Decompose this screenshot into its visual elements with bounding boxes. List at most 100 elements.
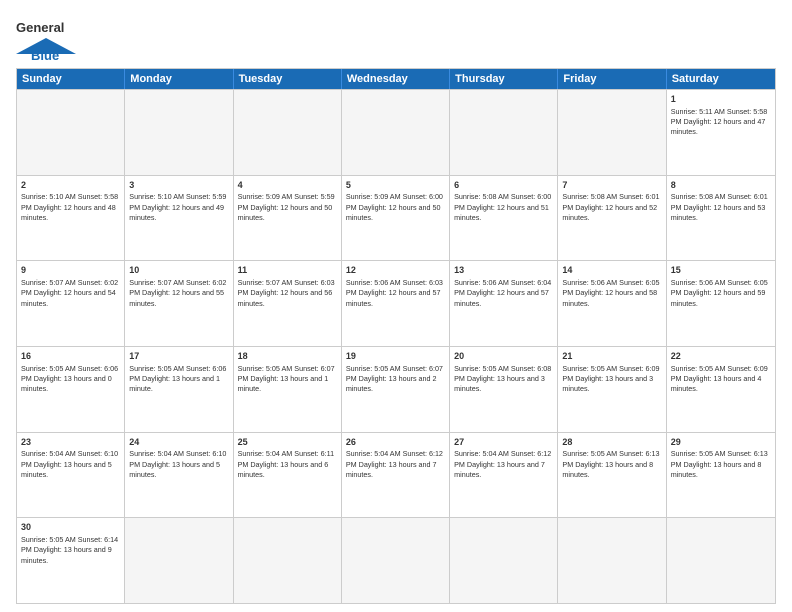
day-header-thursday: Thursday (450, 69, 558, 89)
calendar-cell: 24Sunrise: 5:04 AM Sunset: 6:10 PM Dayli… (125, 433, 233, 518)
header: GeneralBlue (16, 16, 776, 60)
calendar-cell: 3Sunrise: 5:10 AM Sunset: 5:59 PM Daylig… (125, 176, 233, 261)
day-info: Sunrise: 5:08 AM Sunset: 6:00 PM Dayligh… (454, 192, 553, 223)
calendar-cell (558, 518, 666, 603)
day-number: 28 (562, 436, 661, 449)
calendar-row-0: 1Sunrise: 5:11 AM Sunset: 5:58 PM Daylig… (17, 89, 775, 175)
calendar-cell: 18Sunrise: 5:05 AM Sunset: 6:07 PM Dayli… (234, 347, 342, 432)
svg-text:Blue: Blue (31, 48, 59, 60)
calendar-cell (17, 90, 125, 175)
calendar-cell: 6Sunrise: 5:08 AM Sunset: 6:00 PM Daylig… (450, 176, 558, 261)
calendar-cell: 8Sunrise: 5:08 AM Sunset: 6:01 PM Daylig… (667, 176, 775, 261)
day-number: 2 (21, 179, 120, 192)
day-info: Sunrise: 5:09 AM Sunset: 5:59 PM Dayligh… (238, 192, 337, 223)
day-header-monday: Monday (125, 69, 233, 89)
day-number: 12 (346, 264, 445, 277)
calendar-row-1: 2Sunrise: 5:10 AM Sunset: 5:58 PM Daylig… (17, 175, 775, 261)
day-info: Sunrise: 5:05 AM Sunset: 6:07 PM Dayligh… (238, 364, 337, 395)
calendar-cell: 16Sunrise: 5:05 AM Sunset: 6:06 PM Dayli… (17, 347, 125, 432)
day-number: 25 (238, 436, 337, 449)
day-number: 16 (21, 350, 120, 363)
day-info: Sunrise: 5:09 AM Sunset: 6:00 PM Dayligh… (346, 192, 445, 223)
calendar-cell (450, 90, 558, 175)
calendar-cell (342, 90, 450, 175)
day-number: 18 (238, 350, 337, 363)
day-header-saturday: Saturday (667, 69, 775, 89)
day-number: 15 (671, 264, 771, 277)
day-header-friday: Friday (558, 69, 666, 89)
calendar-cell: 13Sunrise: 5:06 AM Sunset: 6:04 PM Dayli… (450, 261, 558, 346)
day-number: 29 (671, 436, 771, 449)
calendar-cell: 2Sunrise: 5:10 AM Sunset: 5:58 PM Daylig… (17, 176, 125, 261)
day-info: Sunrise: 5:04 AM Sunset: 6:10 PM Dayligh… (21, 449, 120, 480)
calendar-cell: 23Sunrise: 5:04 AM Sunset: 6:10 PM Dayli… (17, 433, 125, 518)
day-info: Sunrise: 5:04 AM Sunset: 6:11 PM Dayligh… (238, 449, 337, 480)
calendar-cell (450, 518, 558, 603)
day-number: 5 (346, 179, 445, 192)
calendar-cell (558, 90, 666, 175)
day-number: 1 (671, 93, 771, 106)
calendar-cell: 1Sunrise: 5:11 AM Sunset: 5:58 PM Daylig… (667, 90, 775, 175)
calendar-cell: 12Sunrise: 5:06 AM Sunset: 6:03 PM Dayli… (342, 261, 450, 346)
calendar-cell: 28Sunrise: 5:05 AM Sunset: 6:13 PM Dayli… (558, 433, 666, 518)
day-number: 30 (21, 521, 120, 534)
day-info: Sunrise: 5:06 AM Sunset: 6:03 PM Dayligh… (346, 278, 445, 309)
day-info: Sunrise: 5:07 AM Sunset: 6:03 PM Dayligh… (238, 278, 337, 309)
calendar-row-4: 23Sunrise: 5:04 AM Sunset: 6:10 PM Dayli… (17, 432, 775, 518)
logo: GeneralBlue (16, 16, 76, 60)
calendar-cell: 26Sunrise: 5:04 AM Sunset: 6:12 PM Dayli… (342, 433, 450, 518)
day-number: 4 (238, 179, 337, 192)
day-number: 19 (346, 350, 445, 363)
calendar-cell (234, 518, 342, 603)
calendar-cell (342, 518, 450, 603)
day-number: 24 (129, 436, 228, 449)
day-info: Sunrise: 5:08 AM Sunset: 6:01 PM Dayligh… (562, 192, 661, 223)
calendar-cell: 21Sunrise: 5:05 AM Sunset: 6:09 PM Dayli… (558, 347, 666, 432)
calendar-cell (125, 518, 233, 603)
calendar-cell: 10Sunrise: 5:07 AM Sunset: 6:02 PM Dayli… (125, 261, 233, 346)
calendar-cell: 4Sunrise: 5:09 AM Sunset: 5:59 PM Daylig… (234, 176, 342, 261)
day-number: 23 (21, 436, 120, 449)
day-info: Sunrise: 5:06 AM Sunset: 6:04 PM Dayligh… (454, 278, 553, 309)
calendar-cell: 17Sunrise: 5:05 AM Sunset: 6:06 PM Dayli… (125, 347, 233, 432)
day-number: 26 (346, 436, 445, 449)
day-number: 8 (671, 179, 771, 192)
day-info: Sunrise: 5:05 AM Sunset: 6:09 PM Dayligh… (562, 364, 661, 395)
day-info: Sunrise: 5:05 AM Sunset: 6:14 PM Dayligh… (21, 535, 120, 566)
calendar-cell: 25Sunrise: 5:04 AM Sunset: 6:11 PM Dayli… (234, 433, 342, 518)
calendar-body: 1Sunrise: 5:11 AM Sunset: 5:58 PM Daylig… (17, 89, 775, 603)
calendar-cell: 20Sunrise: 5:05 AM Sunset: 6:08 PM Dayli… (450, 347, 558, 432)
day-info: Sunrise: 5:05 AM Sunset: 6:06 PM Dayligh… (21, 364, 120, 395)
calendar-cell (234, 90, 342, 175)
day-info: Sunrise: 5:06 AM Sunset: 6:05 PM Dayligh… (562, 278, 661, 309)
calendar-cell: 14Sunrise: 5:06 AM Sunset: 6:05 PM Dayli… (558, 261, 666, 346)
page: GeneralBlue SundayMondayTuesdayWednesday… (0, 0, 792, 612)
calendar-cell: 22Sunrise: 5:05 AM Sunset: 6:09 PM Dayli… (667, 347, 775, 432)
calendar-cell: 29Sunrise: 5:05 AM Sunset: 6:13 PM Dayli… (667, 433, 775, 518)
day-info: Sunrise: 5:10 AM Sunset: 5:58 PM Dayligh… (21, 192, 120, 223)
calendar-row-2: 9Sunrise: 5:07 AM Sunset: 6:02 PM Daylig… (17, 260, 775, 346)
day-info: Sunrise: 5:05 AM Sunset: 6:08 PM Dayligh… (454, 364, 553, 395)
calendar-cell: 19Sunrise: 5:05 AM Sunset: 6:07 PM Dayli… (342, 347, 450, 432)
calendar-cell: 30Sunrise: 5:05 AM Sunset: 6:14 PM Dayli… (17, 518, 125, 603)
day-info: Sunrise: 5:07 AM Sunset: 6:02 PM Dayligh… (21, 278, 120, 309)
day-number: 6 (454, 179, 553, 192)
day-info: Sunrise: 5:05 AM Sunset: 6:06 PM Dayligh… (129, 364, 228, 395)
day-number: 7 (562, 179, 661, 192)
day-info: Sunrise: 5:04 AM Sunset: 6:10 PM Dayligh… (129, 449, 228, 480)
day-number: 14 (562, 264, 661, 277)
day-number: 3 (129, 179, 228, 192)
calendar-cell: 5Sunrise: 5:09 AM Sunset: 6:00 PM Daylig… (342, 176, 450, 261)
day-info: Sunrise: 5:08 AM Sunset: 6:01 PM Dayligh… (671, 192, 771, 223)
day-header-tuesday: Tuesday (234, 69, 342, 89)
calendar-cell (125, 90, 233, 175)
day-info: Sunrise: 5:04 AM Sunset: 6:12 PM Dayligh… (346, 449, 445, 480)
day-info: Sunrise: 5:05 AM Sunset: 6:07 PM Dayligh… (346, 364, 445, 395)
day-header-wednesday: Wednesday (342, 69, 450, 89)
calendar-cell: 9Sunrise: 5:07 AM Sunset: 6:02 PM Daylig… (17, 261, 125, 346)
calendar-row-3: 16Sunrise: 5:05 AM Sunset: 6:06 PM Dayli… (17, 346, 775, 432)
day-number: 20 (454, 350, 553, 363)
day-info: Sunrise: 5:10 AM Sunset: 5:59 PM Dayligh… (129, 192, 228, 223)
day-header-sunday: Sunday (17, 69, 125, 89)
logo-svg: GeneralBlue (16, 16, 76, 60)
